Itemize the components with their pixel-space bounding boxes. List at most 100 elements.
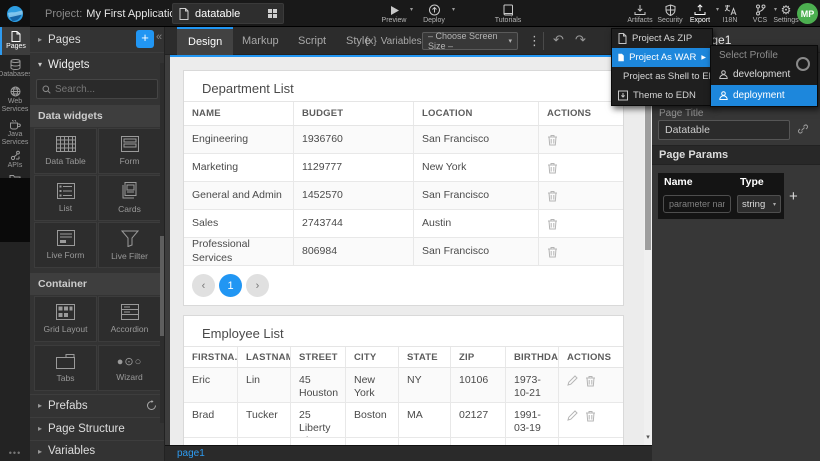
grid-layout-icon	[56, 304, 75, 320]
deploy-button[interactable]: Deploy ▾	[412, 2, 456, 26]
breadcrumb-chevron-icon: ›	[157, 5, 161, 19]
pagination-prev-button[interactable]: ‹	[192, 274, 215, 297]
delete-row-icon[interactable]	[547, 162, 558, 174]
sidebar-item-java-services[interactable]: Java Services	[0, 116, 30, 149]
table-row[interactable]: Marketing 1129777 New York	[184, 154, 623, 182]
page-tab-label: datatable	[195, 8, 262, 20]
preview-button[interactable]: Preview ▾	[372, 2, 416, 26]
bind-link-icon[interactable]	[797, 123, 809, 135]
delete-row-icon[interactable]	[547, 190, 558, 202]
collapse-panel-icon[interactable]: «	[156, 31, 162, 43]
delete-row-icon[interactable]	[585, 410, 596, 422]
delete-row-icon[interactable]	[547, 246, 558, 258]
add-page-button[interactable]: +	[136, 30, 154, 48]
widget-tile-wizard[interactable]: ●⊙○ Wizard	[98, 345, 161, 391]
wizard-icon: ●⊙○	[117, 355, 143, 368]
table-row[interactable]: Brad Tucker 25 Liberty Pl Boston MA 0212…	[184, 403, 623, 438]
edit-row-icon[interactable]	[567, 410, 578, 421]
tutorials-button[interactable]: Tutorials	[486, 2, 530, 26]
variables-menu[interactable]: {x} Variables ▾	[365, 27, 429, 55]
pagination-page-1[interactable]: 1	[219, 274, 242, 297]
i18n-translate-icon	[724, 4, 737, 16]
war-file-icon	[618, 52, 624, 63]
tab-design[interactable]: Design	[177, 27, 233, 55]
filter-funnel-icon	[121, 230, 139, 247]
user-avatar[interactable]: MP	[797, 3, 818, 24]
refresh-icon[interactable]	[146, 400, 157, 411]
table-row	[184, 438, 623, 445]
delete-row-icon[interactable]	[547, 218, 558, 230]
cards-icon	[121, 182, 139, 200]
widget-tile-list[interactable]: List	[34, 175, 97, 221]
page-canvas[interactable]: Department List NAME BUDGET LOCATION ACT…	[170, 55, 644, 445]
scrollbar-down-icon[interactable]: ▾	[644, 433, 652, 443]
menu-item-project-as-shell-to-edn[interactable]: Project as Shell to EDN	[612, 67, 712, 86]
sidebar-item-apis[interactable]: APIs	[0, 149, 30, 171]
database-icon	[10, 59, 21, 70]
table-row[interactable]: Eric Lin 45 Houston Street New York NY 1…	[184, 368, 623, 403]
open-page-tab[interactable]: datatable	[172, 3, 284, 24]
page-structure-section-header[interactable]: ▸ Page Structure	[30, 417, 165, 439]
widget-search[interactable]	[36, 79, 158, 99]
department-list-widget[interactable]: Department List NAME BUDGET LOCATION ACT…	[183, 70, 624, 306]
widget-tile-accordion[interactable]: Accordion	[98, 296, 161, 342]
page-params-table: Name Type string ▾	[658, 173, 784, 219]
caret-icon: ▸	[38, 447, 42, 456]
delete-row-icon[interactable]	[547, 134, 558, 146]
widget-tile-form[interactable]: Form	[98, 128, 161, 174]
employee-list-widget[interactable]: Employee List FIRSTNA.. LASTNAME STREET …	[183, 315, 624, 445]
export-upload-icon	[694, 4, 706, 16]
tab-markup[interactable]: Markup	[231, 27, 290, 55]
menu-item-project-as-zip[interactable]: Project As ZIP	[612, 29, 712, 48]
param-name-input[interactable]	[663, 195, 731, 213]
table-row[interactable]: Engineering 1936760 San Francisco	[184, 126, 623, 154]
variables-section-header[interactable]: ▸ Variables	[30, 440, 165, 461]
table-row[interactable]: General and Admin 1452570 San Francisco	[184, 182, 623, 210]
project-name[interactable]: My First Application	[86, 8, 181, 20]
menu-item-project-as-war[interactable]: Project As WAR ▶	[612, 48, 712, 67]
screen-size-select[interactable]: – Choose Screen Size – ▾	[422, 32, 518, 50]
page-title-input[interactable]	[658, 120, 790, 140]
prefabs-section-header[interactable]: ▸ Prefabs	[30, 394, 165, 416]
left-sidebar: Pages Databases Web Services Java Servic…	[0, 27, 30, 461]
toolbar-more-icon[interactable]: ⋮	[528, 33, 541, 49]
department-table-header: NAME BUDGET LOCATION ACTIONS	[184, 101, 623, 126]
panel-scrollbar-thumb[interactable]	[160, 236, 164, 336]
book-icon	[503, 4, 514, 16]
wavemaker-logo-icon[interactable]	[0, 0, 30, 27]
canvas-scrollbar[interactable]: ▾	[644, 55, 652, 445]
pagination-next-button[interactable]: ›	[246, 274, 269, 297]
search-input[interactable]	[55, 84, 145, 95]
caret-icon: ▸	[38, 424, 42, 433]
employee-list-title: Employee List	[202, 326, 284, 341]
widget-tile-cards[interactable]: Cards	[98, 175, 161, 221]
table-row[interactable]: Professional Services 806984 San Francis…	[184, 238, 623, 266]
panel-scrollbar[interactable]	[160, 63, 164, 423]
widget-tile-tabs[interactable]: Tabs	[34, 345, 97, 391]
sidebar-item-databases[interactable]: Databases	[0, 55, 30, 83]
undo-icon[interactable]: ↶	[553, 32, 564, 48]
deploy-dropdown-icon[interactable]: ▾	[452, 6, 455, 13]
widget-tile-grid-layout[interactable]: Grid Layout	[34, 296, 97, 342]
widget-tile-data-table[interactable]: Data Table	[34, 128, 97, 174]
sidebar-item-pages[interactable]: Pages	[0, 27, 30, 55]
sidebar-item-web-services[interactable]: Web Services	[0, 83, 30, 116]
widget-tile-live-form[interactable]: Live Form	[34, 222, 97, 268]
redo-icon[interactable]: ↷	[575, 32, 586, 48]
param-type-select[interactable]: string ▾	[737, 195, 781, 213]
footer-page-tab[interactable]: page1	[177, 448, 205, 459]
widgets-section-header[interactable]: ▾ Widgets	[30, 52, 165, 76]
delete-row-icon[interactable]	[585, 375, 596, 387]
menu-item-deployment[interactable]: deployment	[711, 85, 817, 106]
tab-script[interactable]: Script	[287, 27, 337, 55]
menu-item-theme-to-edn[interactable]: Theme to EDN	[612, 86, 712, 105]
sidebar-more-icon[interactable]: •••	[0, 448, 30, 458]
caret-icon: ▾	[38, 60, 42, 69]
export-menu: Project As ZIP Project As WAR ▶ Project …	[611, 28, 713, 106]
sidebar-spacer	[0, 178, 30, 242]
add-param-button[interactable]: +	[789, 173, 798, 219]
widget-tile-live-filter[interactable]: Live Filter	[98, 222, 161, 268]
table-row[interactable]: Sales 2743744 Austin	[184, 210, 623, 238]
edit-row-icon[interactable]	[567, 375, 578, 386]
dashboard-grid-icon[interactable]	[268, 9, 277, 18]
